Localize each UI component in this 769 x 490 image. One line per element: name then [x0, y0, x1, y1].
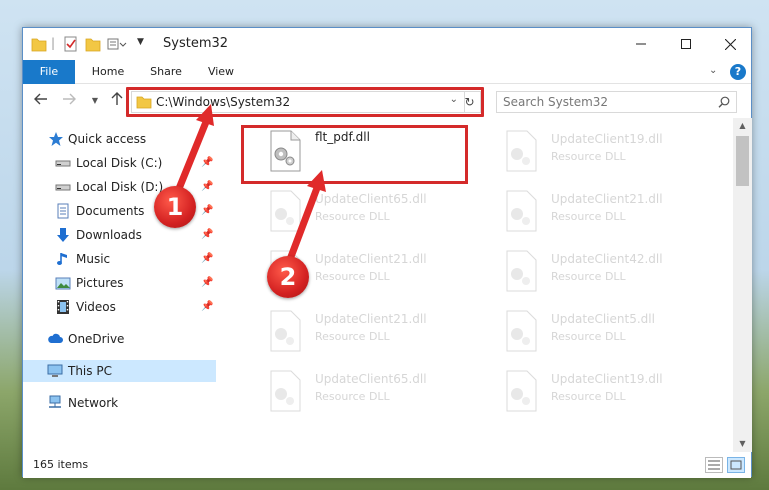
- callout-badge-2: 2: [267, 256, 309, 298]
- callout-badge-1: 1: [154, 186, 196, 228]
- callout-arrows: [172, 104, 326, 266]
